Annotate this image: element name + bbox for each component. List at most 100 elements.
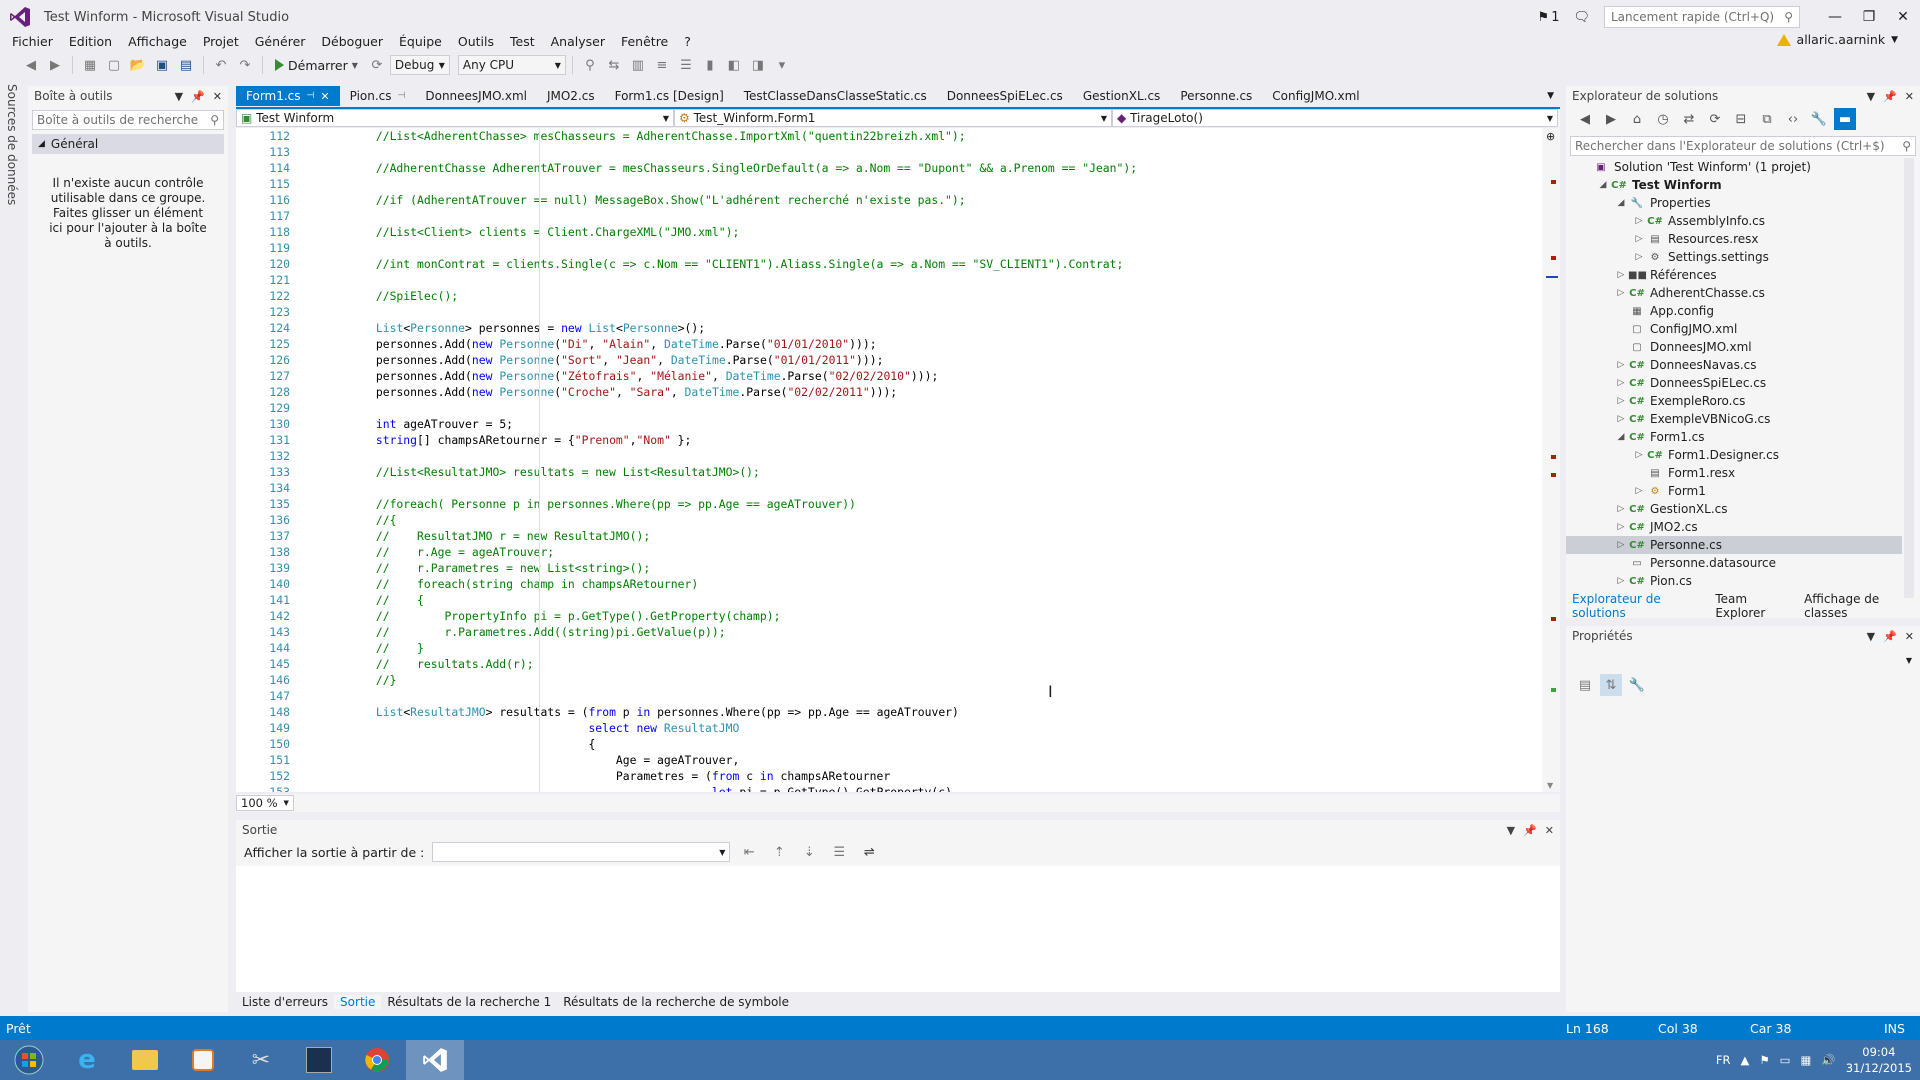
pin-icon[interactable]: ⊣ [398, 91, 406, 101]
collapsed-arrow-icon[interactable]: ▷ [1614, 396, 1628, 406]
code-line[interactable]: 150 { [236, 736, 1536, 752]
pin-icon[interactable]: ⊣ [307, 91, 315, 101]
notifications-button[interactable]: ⚑ 1 [1538, 10, 1560, 25]
new-project-icon[interactable]: ▦ [79, 54, 101, 76]
show-all-files-icon[interactable]: ⧉ [1756, 108, 1778, 130]
collapsed-arrow-icon[interactable]: ▷ [1632, 252, 1646, 262]
code-line[interactable]: 131 string[] champsARetourner = {"Prenom… [236, 432, 1536, 448]
collapsed-arrow-icon[interactable]: ▷ [1614, 288, 1628, 298]
layout-icon[interactable]: ▥ [627, 54, 649, 76]
property-pages-icon[interactable]: 🔧 [1626, 674, 1648, 696]
restore-button[interactable]: ❐ [1852, 2, 1886, 32]
code-line[interactable]: 138 // r.Age = ageATrouver; [236, 544, 1536, 560]
tree-item[interactable]: ▷ C# JMO2.cs [1566, 518, 1902, 536]
editor-vertical-scrollbar[interactable]: ⊕ ▼ [1542, 128, 1560, 792]
bookmark-prev-icon[interactable]: ◧ [723, 54, 745, 76]
alphabetical-icon[interactable]: ⇅ [1600, 674, 1622, 696]
minimize-button[interactable]: — [1818, 2, 1852, 32]
tree-item[interactable]: ▭ Personne.datasource [1566, 554, 1902, 572]
tree-item[interactable]: ▷ C# Form1.Designer.cs [1566, 446, 1902, 464]
code-line[interactable]: 140 // foreach(string champ in champsARe… [236, 576, 1536, 592]
configuration-dropdown[interactable]: Debug ▼ [389, 55, 450, 75]
project-dropdown[interactable]: ▣ Test Winform ▼ [236, 109, 674, 127]
tab-overflow-icon[interactable]: ▼ [1541, 91, 1560, 101]
tree-item[interactable]: ▷ C# ExempleRoro.cs [1566, 392, 1902, 410]
tree-item[interactable]: ▷ ⚙ Form1 [1566, 482, 1902, 500]
code-line[interactable]: 129 [236, 400, 1536, 416]
categorized-icon[interactable]: ▤ [1574, 674, 1596, 696]
code-line[interactable]: 153 let pi = p.GetType().GetProperty(c) [236, 784, 1536, 792]
power-icon[interactable]: ▭ [1780, 1053, 1791, 1067]
file-explorer-icon[interactable] [116, 1040, 174, 1080]
code-line[interactable]: 128 personnes.Add(new Personne("Croche",… [236, 384, 1536, 400]
close-icon[interactable]: ✕ [1905, 630, 1914, 643]
code-line[interactable]: 118 //List<Client> clients = Client.Char… [236, 224, 1536, 240]
undo-icon[interactable]: ↶ [210, 54, 232, 76]
pin-icon[interactable]: 📌 [1883, 630, 1897, 643]
chrome-icon[interactable] [348, 1040, 406, 1080]
document-tab[interactable]: DonneesSpiELec.cs [937, 86, 1073, 106]
code-line[interactable]: 142 // PropertyInfo pi = p.GetType().Get… [236, 608, 1536, 624]
document-tab[interactable]: DonneesJMO.xml [415, 86, 537, 106]
pin-icon[interactable]: 📌 [191, 90, 205, 103]
tree-item[interactable]: ▷ ■■ Références [1566, 266, 1902, 284]
close-icon[interactable]: ✕ [1545, 824, 1554, 837]
tree-item[interactable]: ◢ 🔧 Properties [1566, 194, 1902, 212]
document-tab[interactable]: Personne.cs [1170, 86, 1262, 106]
open-file-icon[interactable]: 📂 [127, 54, 149, 76]
language-indicator[interactable]: FR [1716, 1053, 1731, 1067]
user-account[interactable]: allaric.aarnink ▼ [1776, 32, 1898, 47]
document-tab[interactable]: GestionXL.cs [1073, 86, 1171, 106]
menu-projet[interactable]: Projet [195, 34, 247, 49]
back-icon[interactable]: ◀ [1574, 108, 1596, 130]
menu-fenetre[interactable]: Fenêtre [613, 34, 676, 49]
split-icon[interactable]: ⊕ [1546, 130, 1555, 143]
next-message-icon[interactable]: ⇣ [798, 841, 820, 863]
code-line[interactable]: 133 //List<ResultatJMO> resultats = new … [236, 464, 1536, 480]
solution-tree-scrollbar[interactable] [1904, 158, 1914, 598]
indent-icon[interactable]: ≡ [651, 54, 673, 76]
code-line[interactable]: 137 // ResultatJMO r = new ResultatJMO()… [236, 528, 1536, 544]
expanded-arrow-icon[interactable]: ◢ [1596, 180, 1610, 190]
close-icon[interactable]: ✕ [1905, 90, 1914, 103]
tree-item[interactable]: ◢ C# Form1.cs [1566, 428, 1902, 446]
tab-error-list[interactable]: Liste d'erreurs [236, 995, 334, 1009]
code-line[interactable]: 145 // resultats.Add(r); [236, 656, 1536, 672]
code-line[interactable]: 149 select new ResultatJMO [236, 720, 1536, 736]
quick-launch-input[interactable]: Lancement rapide (Ctrl+Q) ⚲ [1604, 6, 1800, 28]
code-line[interactable]: 120 //int monContrat = clients.Single(c … [236, 256, 1536, 272]
pin-icon[interactable]: 📌 [1883, 90, 1897, 103]
navigate-icon[interactable]: ⇆ [603, 54, 625, 76]
document-tab[interactable]: ConfigJMO.xml [1262, 86, 1369, 106]
forward-icon[interactable]: ▶ [1600, 108, 1622, 130]
code-line[interactable]: 130 int ageATrouver = 5; [236, 416, 1536, 432]
collapsed-arrow-icon[interactable]: ▷ [1614, 522, 1628, 532]
collapsed-arrow-icon[interactable]: ▷ [1632, 486, 1646, 496]
code-line[interactable]: 147 [236, 688, 1536, 704]
close-icon[interactable]: ✕ [320, 90, 329, 103]
document-tab[interactable]: Form1.cs ⊣ ✕ [236, 86, 340, 106]
close-button[interactable]: ✕ [1886, 2, 1920, 32]
expanded-arrow-icon[interactable]: ◢ [1614, 432, 1628, 442]
forward-icon[interactable]: ▶ [44, 54, 66, 76]
code-line[interactable]: 135 //foreach( Personne p in personnes.W… [236, 496, 1536, 512]
zoom-dropdown[interactable]: 100 % ▼ [236, 795, 294, 811]
code-line[interactable]: 122 //SpiElec(); [236, 288, 1536, 304]
tree-item[interactable]: ▤ Form1.resx [1566, 464, 1902, 482]
start-button-icon[interactable] [0, 1040, 58, 1080]
network-icon[interactable]: ▦ [1801, 1053, 1812, 1067]
code-line[interactable]: 112 //List<AdherentChasse> mesChasseurs … [236, 128, 1536, 144]
document-tab[interactable]: Form1.cs [Design] [605, 86, 734, 106]
menu-generer[interactable]: Générer [247, 34, 314, 49]
tree-item[interactable]: ▷ C# ExempleVBNicoG.cs [1566, 410, 1902, 428]
tab-team-explorer[interactable]: Team Explorer [1709, 592, 1798, 620]
menu-equipe[interactable]: Équipe [391, 34, 450, 49]
toolbox-search-input[interactable]: Boîte à outils de recherche ⚲ [32, 110, 224, 130]
pin-icon[interactable]: 📌 [1523, 824, 1537, 837]
bookmark-next-icon[interactable]: ◨ [747, 54, 769, 76]
code-line[interactable]: 121 [236, 272, 1536, 288]
tree-item[interactable]: ▷ C# GestionXL.cs [1566, 500, 1902, 518]
visual-studio-task-icon[interactable] [406, 1040, 464, 1080]
volume-icon[interactable]: 🔊 [1821, 1053, 1835, 1067]
tab-output[interactable]: Sortie [334, 995, 382, 1009]
